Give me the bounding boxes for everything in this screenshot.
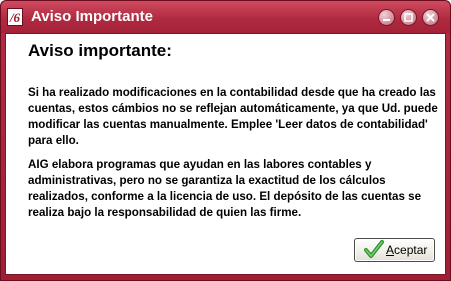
accept-button-label: Aceptar: [386, 243, 427, 257]
accept-button[interactable]: Aceptar: [354, 238, 435, 262]
minimize-icon: [383, 19, 390, 21]
minimize-button[interactable]: [378, 9, 395, 26]
accept-label-rest: ceptar: [394, 243, 428, 257]
notice-paragraph-modifications: Si ha realizado modificaciones en la con…: [28, 86, 438, 147]
app-icon[interactable]: /6: [7, 8, 23, 26]
close-button[interactable]: [422, 9, 439, 26]
notice-paragraph-disclaimer: AIG elabora programas que ayudan en las …: [28, 158, 422, 219]
app-icon-glyph: /6: [9, 9, 21, 25]
title-bar[interactable]: /6 Aviso Importante: [1, 1, 450, 33]
close-icon: [426, 13, 435, 22]
dialog-window: /6 Aviso Importante Aviso importante: Si…: [0, 0, 451, 281]
dialog-heading: Aviso importante:: [28, 41, 172, 60]
maximize-icon: [404, 13, 413, 22]
window-title: Aviso Importante: [31, 8, 153, 25]
accept-mnemonic: A: [386, 243, 395, 257]
checkmark-icon: [364, 240, 384, 258]
dialog-body: Aviso importante: Si ha realizado modifi…: [5, 33, 446, 275]
maximize-button[interactable]: [400, 9, 417, 26]
